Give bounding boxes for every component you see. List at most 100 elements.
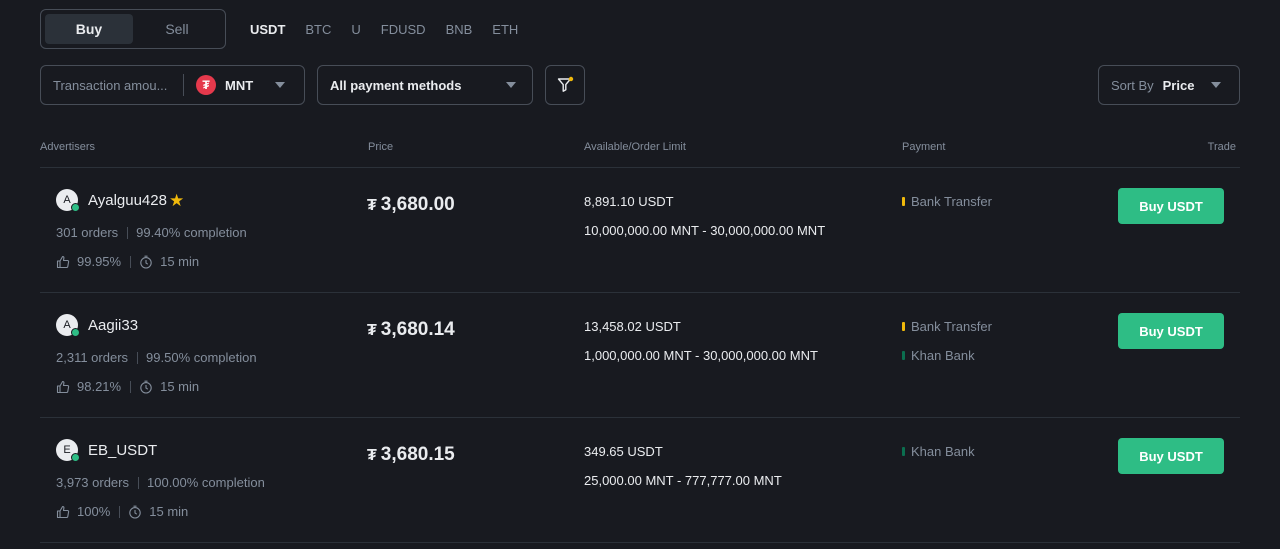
filter-bar: ₮ MNT All payment methods Sort By Price (40, 65, 1240, 105)
completion-rate: 99.50% completion (146, 350, 257, 365)
sell-tab[interactable]: Sell (133, 14, 221, 44)
timer-icon (140, 380, 152, 394)
crypto-tab-fdusd[interactable]: FDUSD (381, 22, 426, 37)
sort-value: Price (1162, 77, 1195, 93)
divider (130, 255, 132, 268)
crypto-tabs: USDT BTC U FDUSD BNB ETH (250, 22, 538, 37)
divider (137, 351, 139, 364)
crypto-tab-usdt[interactable]: USDT (250, 22, 285, 37)
sort-select[interactable]: Sort By Price (1098, 65, 1240, 105)
star-icon: ★ (168, 191, 185, 210)
order-count: 2,311 orders (56, 350, 129, 365)
advertiser-meta: 99.95% 15 min (56, 254, 199, 269)
table-row: A Aagii33 2,311 orders 99.50% completion… (40, 293, 1240, 418)
price-value: 3,680.00 (380, 194, 455, 215)
payment-time-limit: 15 min (160, 379, 200, 394)
buy-sell-toggle: Buy Sell (40, 9, 226, 49)
fiat-code: MNT (225, 77, 254, 93)
table-header: Advertisers Price Available/Order Limit … (40, 141, 1240, 168)
price-value: 3,680.15 (380, 444, 455, 465)
crypto-tab-u[interactable]: U (351, 22, 360, 37)
chevron-down-icon (275, 82, 286, 88)
header-advertisers: Advertisers (40, 141, 96, 153)
avatar-initial: A (63, 319, 71, 331)
ad-price: ₮ 3,680.15 (367, 444, 455, 466)
chevron-down-icon (1211, 82, 1221, 88)
order-limit: 10,000,000.00 MNT - 30,000,000.00 MNT (584, 223, 826, 238)
table-row: E EB_USDT 3,973 orders 100.00% completio… (40, 418, 1240, 543)
positive-rate: 99.95% (77, 254, 122, 269)
buy-usdt-button[interactable]: Buy USDT (1118, 438, 1224, 474)
header-price: Price (368, 141, 394, 153)
thumbs-up-icon (56, 255, 70, 268)
advertiser-stats: 301 orders 99.40% completion (56, 225, 247, 240)
thumbs-up-icon (56, 380, 70, 393)
advertiser-stats: 2,311 orders 99.50% completion (56, 350, 257, 365)
available-amount: 13,458.02 USDT (584, 319, 681, 334)
buy-tab[interactable]: Buy (45, 14, 133, 44)
crypto-tab-bnb[interactable]: BNB (446, 22, 473, 37)
payment-methods-select[interactable]: All payment methods (317, 65, 533, 105)
advertiser-name-text: EB_USDT (88, 442, 158, 459)
avatar[interactable]: E (56, 439, 80, 462)
advertiser-name-text: Ayalguu428 (88, 192, 167, 209)
payment-method: Khan Bank (902, 444, 975, 459)
timer-icon (140, 255, 152, 269)
payment-color-bar (902, 197, 905, 206)
buy-usdt-button[interactable]: Buy USDT (1118, 313, 1224, 349)
filter-button[interactable] (545, 65, 585, 105)
payment-time-limit: 15 min (160, 254, 200, 269)
positive-rate: 98.21% (77, 379, 122, 394)
fiat-currency-select[interactable]: ₮ MNT (196, 75, 286, 95)
header-limit: Available/Order Limit (584, 141, 686, 153)
avatar-initial: A (63, 194, 71, 206)
completion-rate: 99.40% completion (136, 225, 247, 240)
available-amount: 8,891.10 USDT (584, 194, 674, 209)
divider (183, 74, 184, 96)
available-amount: 349.65 USDT (584, 444, 663, 459)
timer-icon (129, 505, 141, 519)
avatar[interactable]: A (56, 314, 80, 337)
advertiser-meta: 100% 15 min (56, 504, 188, 519)
ad-price: ₮ 3,680.14 (367, 319, 455, 341)
payment-color-bar (902, 322, 905, 331)
payment-method: Bank Transfer (902, 194, 992, 209)
payment-method: Khan Bank (902, 348, 975, 363)
buy-usdt-button[interactable]: Buy USDT (1118, 188, 1224, 224)
advertiser-name[interactable]: Aagii33 (88, 317, 138, 334)
advertiser-meta: 98.21% 15 min (56, 379, 199, 394)
divider (138, 476, 139, 489)
payment-color-bar (902, 351, 905, 360)
sort-prefix: Sort By (1111, 77, 1154, 93)
order-limit: 25,000.00 MNT - 777,777.00 MNT (584, 473, 782, 488)
payment-method-label: Khan Bank (911, 348, 975, 363)
completion-rate: 100.00% completion (147, 475, 265, 490)
top-controls: Buy Sell USDT BTC U FDUSD BNB ETH (40, 9, 538, 49)
payment-method-label: Bank Transfer (911, 319, 992, 334)
avatar[interactable]: A (56, 189, 80, 212)
divider (130, 380, 132, 393)
payment-method-label: Khan Bank (911, 444, 975, 459)
online-status-dot (71, 453, 80, 462)
order-count: 3,973 orders (56, 475, 129, 490)
funnel-icon (557, 76, 574, 92)
table-row: A Ayalguu428 ★ 301 orders 99.40% complet… (40, 168, 1240, 293)
order-count: 301 orders (56, 225, 119, 240)
payment-time-limit: 15 min (149, 504, 189, 519)
payment-method: Bank Transfer (902, 319, 992, 334)
divider (127, 226, 129, 239)
advertiser-name[interactable]: EB_USDT (88, 442, 157, 459)
currency-symbol: ₮ (367, 322, 377, 339)
crypto-tab-btc[interactable]: BTC (305, 22, 331, 37)
ad-price: ₮ 3,680.00 (367, 194, 455, 216)
transaction-amount-input[interactable] (53, 77, 183, 93)
advertiser-name[interactable]: Ayalguu428 ★ (88, 192, 184, 209)
advertiser-name-text: Aagii33 (88, 317, 139, 334)
crypto-tab-eth[interactable]: ETH (492, 22, 518, 37)
header-payment: Payment (902, 141, 946, 153)
avatar-initial: E (63, 444, 71, 456)
thumbs-up-icon (56, 505, 70, 518)
online-status-dot (71, 203, 80, 212)
payment-method-label: Bank Transfer (911, 194, 992, 209)
positive-rate: 100% (77, 504, 111, 519)
